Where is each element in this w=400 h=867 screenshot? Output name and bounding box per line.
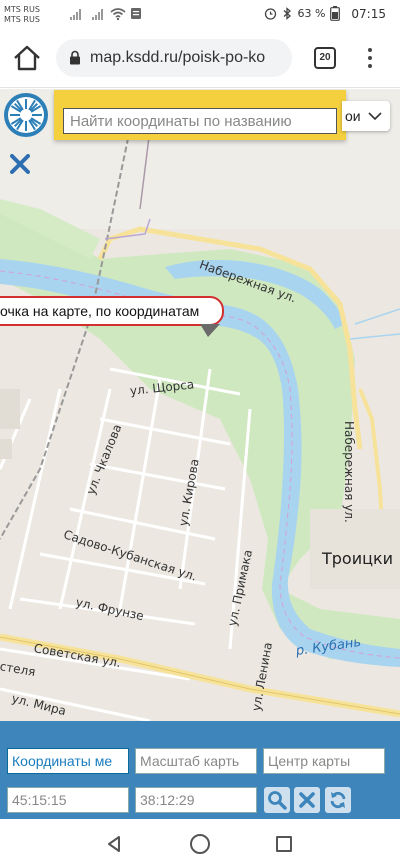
refresh-icon: [330, 791, 346, 809]
home-icon[interactable]: [12, 44, 42, 72]
browser-toolbar: map.ksdd.ru/poisk-po-ko 20: [0, 28, 400, 88]
search-panel: [54, 90, 346, 140]
tooltip-pointer: [200, 324, 220, 337]
carrier-1-label: MTS RUS: [4, 5, 40, 14]
alarm-icon: [265, 8, 277, 20]
back-icon[interactable]: [106, 835, 122, 853]
battery-icon: [330, 6, 341, 21]
close-icon[interactable]: [9, 153, 31, 175]
bluetooth-icon: [284, 7, 292, 20]
map-canvas[interactable]: ои очка на карте, по координатам Набереж…: [0, 89, 400, 721]
status-right: 63 % 07:15: [264, 6, 386, 21]
coords-input[interactable]: [7, 748, 129, 774]
battery-percent: 63 %: [297, 7, 326, 20]
status-bar: MTS RUS MTS RUS 63 % 07:15: [0, 0, 400, 28]
notification-icon: [131, 8, 141, 19]
map-layer-select[interactable]: ои: [342, 101, 390, 131]
latitude-input[interactable]: [7, 787, 129, 813]
system-nav-bar: [0, 819, 400, 867]
scale-input[interactable]: [135, 748, 257, 774]
nav-home-icon[interactable]: [190, 834, 210, 854]
map-tooltip: очка на карте, по координатам: [0, 296, 224, 326]
map-tiles: [0, 89, 400, 721]
coordinates-panel: [0, 721, 400, 819]
wifi-icon: [110, 8, 126, 21]
search-button[interactable]: [264, 787, 290, 813]
map-layer-label: ои: [345, 108, 361, 124]
refresh-button[interactable]: [325, 787, 351, 813]
clear-button[interactable]: [294, 787, 320, 813]
tab-switcher-button[interactable]: 20: [314, 47, 336, 69]
recent-apps-icon[interactable]: [276, 836, 292, 852]
longitude-input[interactable]: [135, 787, 257, 813]
signal-2-icon: [92, 9, 103, 20]
search-icon: [268, 791, 287, 810]
address-bar[interactable]: map.ksdd.ru/poisk-po-ko: [56, 39, 292, 77]
search-input[interactable]: [63, 108, 337, 134]
clear-icon: [299, 792, 315, 808]
url-text: map.ksdd.ru/poisk-po-ko: [90, 49, 266, 66]
more-vert-icon[interactable]: [366, 46, 374, 70]
signal-1-icon: [70, 9, 81, 20]
center-input[interactable]: [263, 748, 385, 774]
street-label: Набережная ул.: [342, 421, 356, 523]
lock-icon: [70, 50, 80, 65]
carrier-2-label: MTS RUS: [4, 15, 40, 24]
town-label: Троицки: [322, 549, 394, 568]
site-logo-icon[interactable]: [2, 91, 50, 139]
clock: 07:15: [351, 6, 386, 21]
chevron-down-icon: [368, 112, 382, 121]
